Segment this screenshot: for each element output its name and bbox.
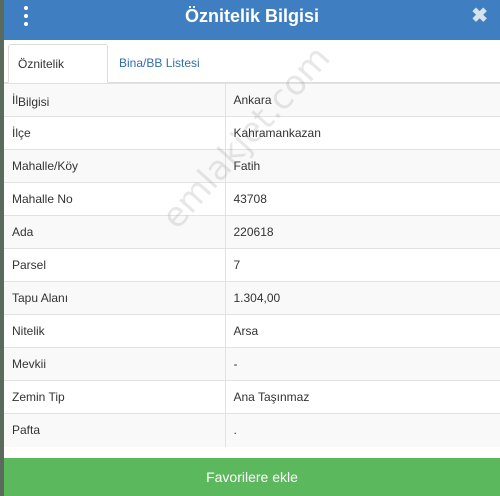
- row-value: Kahramankazan: [225, 116, 500, 150]
- table-row: İlçe Kahramankazan: [4, 116, 500, 150]
- table-row: Ada 220618: [4, 215, 500, 249]
- table-row: Nitelik Arsa: [4, 314, 500, 348]
- table-row: Mahalle No 43708: [4, 182, 500, 216]
- table-row: Mahalle/Köy Fatih: [4, 149, 500, 183]
- row-value: 1.304,00: [225, 281, 500, 315]
- row-key: Mahalle/Köy: [4, 149, 226, 183]
- add-to-favorites-button[interactable]: Favorilere ekle: [4, 458, 500, 496]
- row-key: Tapu Alanı: [4, 281, 226, 315]
- row-value: -: [225, 347, 500, 381]
- table-row: Mevkii -: [4, 347, 500, 381]
- tab-building-list[interactable]: Bina/BB Listesi: [110, 44, 209, 82]
- attribute-table: İl Ankara İlçe Kahramankazan Mahalle/Köy Fa…: [4, 83, 500, 447]
- row-value: 43708: [225, 182, 500, 216]
- row-value: Arsa: [225, 314, 500, 348]
- table-row: Zemin Tip Ana Taşınmaz: [4, 380, 500, 414]
- row-key: Zemin Tip: [4, 380, 226, 414]
- row-value: Ana Taşınmaz: [225, 380, 500, 414]
- tab-attribute-info[interactable]: Öznitelik Bilgisi: [8, 44, 108, 109]
- row-key: Mevkii: [4, 347, 226, 381]
- table-row: İl Ankara: [4, 83, 500, 117]
- row-value: 7: [225, 248, 500, 282]
- row-key: Parsel: [4, 248, 226, 282]
- tab-bar: Öznitelik Bilgisi Bina/BB Listesi: [4, 40, 500, 109]
- row-value: .: [225, 413, 500, 447]
- panel-header: Öznitelik Bilgisi ✖: [4, 0, 500, 40]
- table-row: Pafta.: [4, 413, 500, 447]
- row-value: Fatih: [225, 149, 500, 183]
- close-icon[interactable]: ✖: [471, 5, 488, 27]
- panel-title: Öznitelik Bilgisi: [184, 6, 320, 26]
- row-key: Nitelik: [4, 314, 226, 348]
- row-key: İlçe: [4, 116, 226, 150]
- row-key: Ada: [4, 215, 226, 249]
- row-value: Ankara: [225, 83, 500, 117]
- table-row: Parsel 7: [4, 248, 500, 282]
- row-key: Mahalle No: [4, 182, 226, 216]
- row-value: 220618: [225, 215, 500, 249]
- table-row: Tapu Alanı 1.304,00: [4, 281, 500, 315]
- attribute-info-panel: Öznitelik Bilgisi ✖ Öznitelik Bilgisi Bi…: [4, 0, 500, 496]
- row-key: Pafta: [4, 413, 226, 447]
